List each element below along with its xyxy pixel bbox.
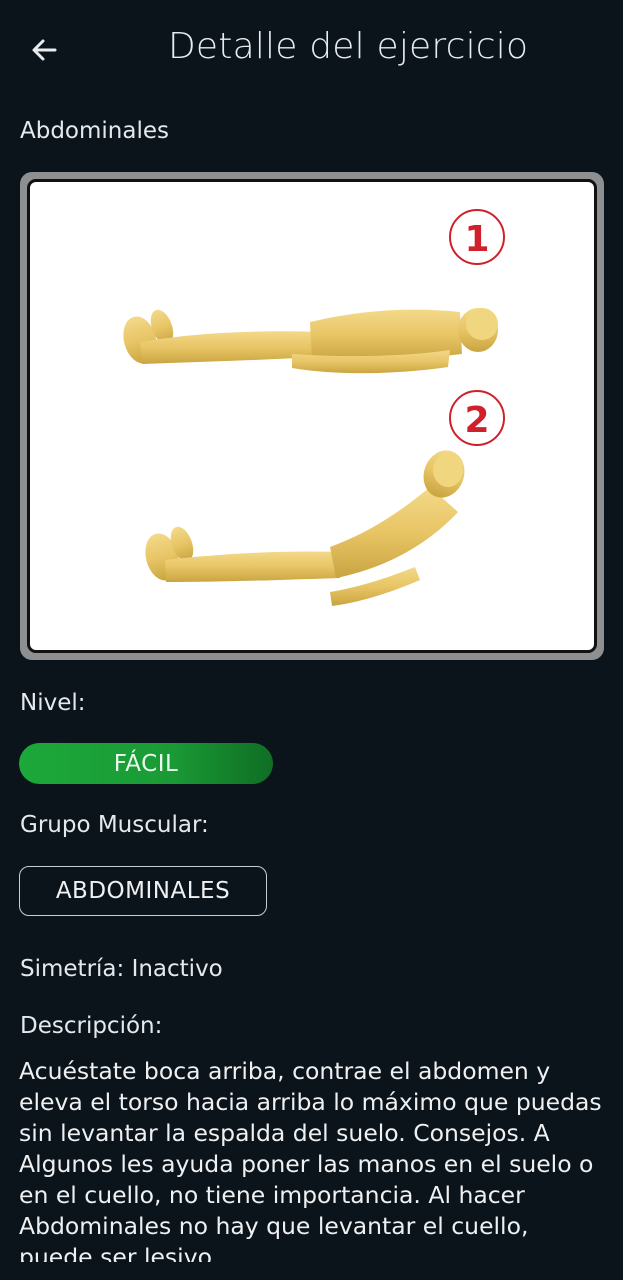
exercise-image: 1 2	[27, 179, 597, 653]
description-text: Acuéstate boca arriba, contrae el abdome…	[19, 1057, 602, 1262]
top-app-bar: Detalle del ejercicio	[0, 0, 623, 100]
figure-lying-flat	[123, 308, 498, 374]
figure-crunch	[145, 450, 465, 606]
page-title: Detalle del ejercicio	[168, 26, 529, 67]
muscle-group-chip[interactable]: ABDOMINALES	[19, 866, 267, 916]
level-badge: FÁCIL	[19, 743, 273, 784]
exercise-name: Abdominales	[20, 118, 169, 144]
step-2-label: 2	[464, 400, 489, 441]
back-button[interactable]	[22, 28, 66, 72]
exercise-image-frame: 1 2	[20, 172, 604, 660]
symmetry-status: Simetría: Inactivo	[20, 956, 223, 982]
level-label: Nivel:	[20, 690, 86, 716]
arrow-left-icon	[32, 39, 57, 61]
step-1-label: 1	[464, 219, 489, 260]
step-1-marker: 1	[449, 209, 505, 265]
description-label: Descripción:	[20, 1013, 163, 1039]
muscle-group-label: Grupo Muscular:	[20, 812, 209, 838]
step-2-marker: 2	[449, 390, 505, 446]
